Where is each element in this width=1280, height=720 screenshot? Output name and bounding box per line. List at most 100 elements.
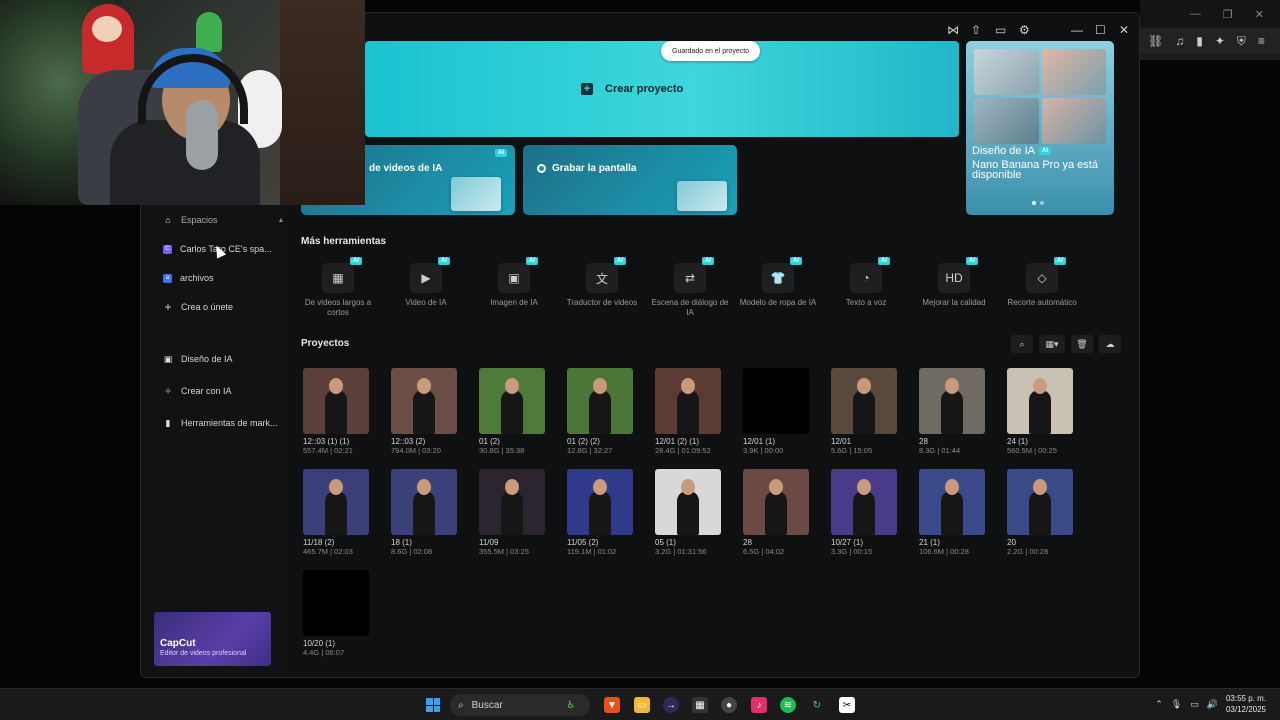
menu-icon[interactable]: ≡ (1258, 34, 1265, 48)
tool-tile[interactable]: ◇ AI (1026, 257, 1066, 293)
tool-tile[interactable]: HD AI (938, 257, 978, 293)
sidebar-section-spaces[interactable]: ⌂ Espacios ▲ (163, 215, 284, 225)
project-card[interactable]: 28 6.5G | 04:02 (743, 469, 809, 556)
music-icon[interactable]: ♫ (1175, 34, 1184, 48)
refresh-app-icon[interactable]: ↻ (809, 697, 825, 713)
tool-tile[interactable]: 👕 AI (762, 257, 802, 293)
trash-icon[interactable]: 🗑 (1071, 335, 1093, 353)
project-thumbnail[interactable] (567, 469, 633, 535)
share-icon[interactable]: ⋈ (947, 23, 959, 37)
project-thumbnail[interactable] (479, 368, 545, 434)
carousel-dot[interactable] (1040, 201, 1044, 205)
project-card[interactable]: 05 (1) 3.2G | 01:31:56 (655, 469, 721, 556)
tool-item[interactable]: ▦ AI De videos largos a cortos (298, 257, 378, 318)
project-thumbnail[interactable] (479, 469, 545, 535)
minimize-icon[interactable]: — (1190, 8, 1201, 20)
sidebar-item-marketing-tools[interactable]: ▮ Herramientas de mark... (163, 418, 278, 429)
window-minimize-icon[interactable]: — (1071, 23, 1083, 37)
project-card[interactable]: 24 (1) 560.5M | 00:25 (1007, 368, 1073, 455)
tool-tile[interactable]: ⇄ AI (674, 257, 714, 293)
project-thumbnail[interactable] (831, 368, 897, 434)
project-card[interactable]: 11/18 (2) 465.7M | 02:03 (303, 469, 369, 556)
project-thumbnail[interactable] (655, 368, 721, 434)
project-thumbnail[interactable] (567, 368, 633, 434)
project-thumbnail[interactable] (391, 368, 457, 434)
sidebar-item-create-ai[interactable]: ✧ Crear con IA (163, 386, 231, 397)
project-thumbnail[interactable] (919, 368, 985, 434)
project-thumbnail[interactable] (743, 469, 809, 535)
sidebar-item-ai-design[interactable]: ▣ Diseño de IA (163, 354, 233, 365)
spotify-icon[interactable]: ≋ (780, 697, 796, 713)
link-icon[interactable]: ⛓ (1148, 34, 1163, 48)
project-card[interactable]: 12::03 (2) 794.0M | 03:20 (391, 368, 457, 455)
obs-icon[interactable]: ● (721, 697, 737, 713)
project-card[interactable]: 01 (2) 30.8G | 35:38 (479, 368, 545, 455)
project-card[interactable]: 18 (1) 8.6G | 02:08 (391, 469, 457, 556)
restore-icon[interactable]: ❐ (1223, 8, 1233, 21)
app-arrow-icon[interactable]: → (663, 697, 679, 713)
project-thumbnail[interactable] (831, 469, 897, 535)
tool-item[interactable]: HD AI Mejorar la calidad (914, 257, 994, 308)
tool-tile[interactable]: ▶ AI (410, 257, 450, 293)
volume-icon[interactable]: 🔊 (1207, 699, 1218, 710)
network-icon[interactable]: ▭ (1190, 699, 1199, 710)
tool-tile[interactable]: ▣ AI (498, 257, 538, 293)
tool-item[interactable]: ◔ AI Texto a voz (826, 257, 906, 308)
clock[interactable]: 03:55 p. m. 03/12/2025 (1226, 693, 1266, 715)
close-icon[interactable]: ✕ (1255, 8, 1264, 21)
project-thumbnail[interactable] (1007, 368, 1073, 434)
create-project-button[interactable]: + Crear proyecto (581, 83, 683, 95)
sidebar-item-create-join[interactable]: + Crea o únete (163, 300, 233, 314)
tiktok-icon[interactable]: ♪ (751, 697, 767, 713)
accessibility-icon[interactable]: ♿ (563, 697, 579, 713)
tool-item[interactable]: 文 AI Traductor de videos (562, 257, 642, 308)
project-thumbnail[interactable] (303, 368, 369, 434)
tool-item[interactable]: ▶ AI Video de IA (386, 257, 466, 308)
project-card[interactable]: 20 2.2G | 00:28 (1007, 469, 1073, 556)
file-explorer-icon[interactable]: ▭ (634, 697, 650, 713)
brave-browser-icon[interactable]: ▼ (604, 697, 620, 713)
microphone-icon[interactable]: 🎙 (1171, 699, 1182, 710)
project-thumbnail[interactable] (391, 469, 457, 535)
tool-tile[interactable]: ◔ AI (850, 257, 890, 293)
window-maximize-icon[interactable]: ☐ (1095, 23, 1106, 37)
ai-design-promo[interactable]: Diseño de IA AI Nano Banana Pro ya está … (966, 41, 1114, 215)
project-card[interactable]: 11/05 (2) 119.1M | 01:02 (567, 469, 633, 556)
tool-tile[interactable]: 文 AI (586, 257, 626, 293)
tool-item[interactable]: 👕 AI Modelo de ropa de IA (738, 257, 818, 308)
carousel-dot[interactable] (1032, 201, 1036, 205)
settings-icon[interactable]: ⚙ (1019, 23, 1030, 37)
project-card[interactable]: 12/01 5.6G | 15:05 (831, 368, 897, 455)
capcut-promo-banner[interactable]: CapCut Editor de videos profesional (154, 612, 271, 666)
project-thumbnail[interactable] (743, 368, 809, 434)
project-card[interactable]: 11/09 355.5M | 03:25 (479, 469, 545, 556)
screen-record-card[interactable]: Grabar la pantalla (523, 145, 737, 215)
project-card[interactable]: 21 (1) 106.6M | 00:28 (919, 469, 985, 556)
keyboard-app-icon[interactable]: ▦ (692, 697, 708, 713)
windows-start-icon[interactable] (426, 698, 440, 712)
project-thumbnail[interactable] (655, 469, 721, 535)
project-thumbnail[interactable] (303, 469, 369, 535)
project-card[interactable]: 12/01 (2) (1) 28.4G | 01:09:52 (655, 368, 721, 455)
carousel-dots[interactable] (1032, 201, 1044, 205)
tool-item[interactable]: ⇄ AI Escena de diálogo de IA (650, 257, 730, 318)
window-close-icon[interactable]: ✕ (1119, 23, 1129, 37)
project-card[interactable]: 10/27 (1) 3.3G | 00:15 (831, 469, 897, 556)
project-card[interactable]: 28 8.3G | 01:44 (919, 368, 985, 455)
shield-icon[interactable]: ⛨ (1237, 34, 1246, 49)
sidebar-item-archivos[interactable]: a archivos (163, 273, 214, 283)
sidebar-icon[interactable]: ▮ (1196, 34, 1203, 48)
project-card[interactable]: 12::03 (1) (1) 557.4M | 02:21 (303, 368, 369, 455)
background-browser-window[interactable]: — ❐ ✕ ⛓ ♫ ▮ ✦ ⛨ ≡ (1140, 0, 1280, 60)
copilot-icon[interactable]: ✦ (1215, 34, 1225, 48)
project-card[interactable]: 01 (2) (2) 12.8G | 32:27 (567, 368, 633, 455)
tray-expand-icon[interactable]: ⌃ (1155, 699, 1163, 710)
search-icon[interactable]: ⌕ (1011, 335, 1033, 353)
project-thumbnail[interactable] (1007, 469, 1073, 535)
tool-tile[interactable]: ▦ AI (322, 257, 362, 293)
capcut-taskbar-icon[interactable]: ✂ (839, 697, 855, 713)
project-card[interactable]: 12/01 (1) 3.9K | 00:00 (743, 368, 809, 455)
project-thumbnail[interactable] (919, 469, 985, 535)
tool-item[interactable]: ◇ AI Recorte automático (1002, 257, 1082, 308)
project-card[interactable]: 10/20 (1) 4.4G | 06:07 (303, 570, 369, 657)
